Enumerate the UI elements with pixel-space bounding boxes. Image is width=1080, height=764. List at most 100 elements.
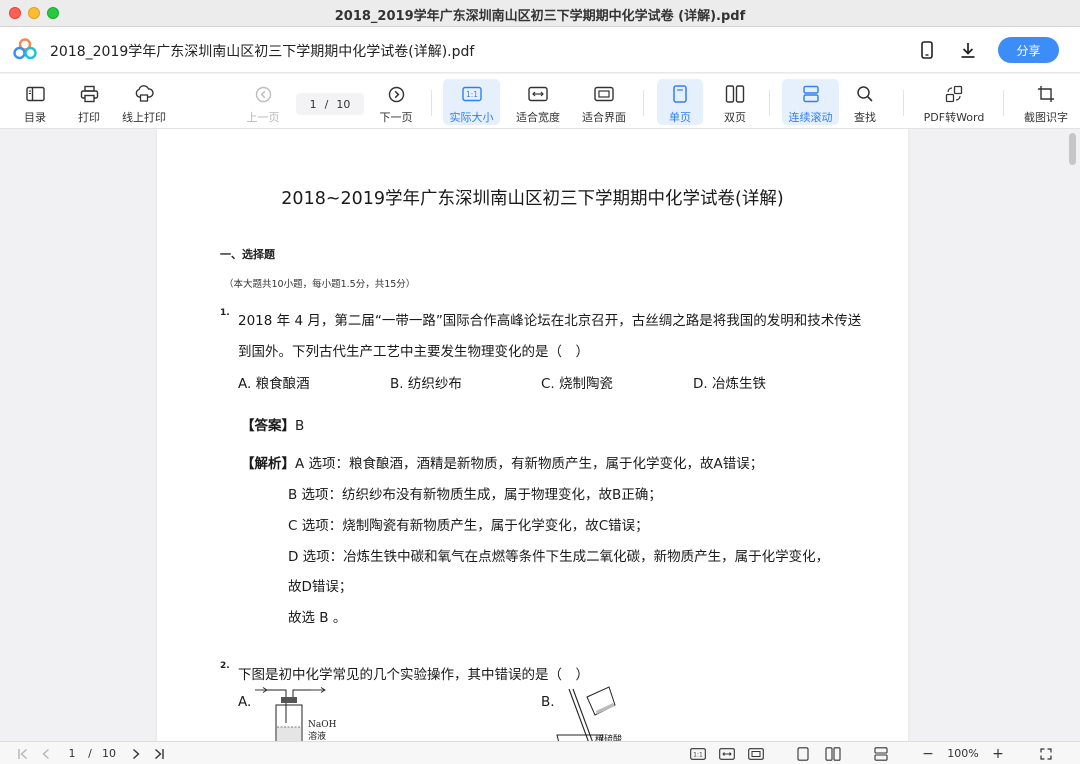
screenshot-ocr-button[interactable]: 截图识字	[1020, 79, 1072, 125]
search-button[interactable]: 查找	[848, 79, 882, 125]
double-page-button[interactable]: 双页	[714, 79, 756, 125]
fit-width-icon	[528, 82, 548, 106]
current-page-value[interactable]: 1	[310, 98, 317, 111]
fit-page-small-icon[interactable]	[746, 745, 766, 762]
last-page-icon[interactable]	[150, 745, 168, 762]
fit-width-label: 适合宽度	[516, 111, 560, 124]
section-title: 一、选择题	[220, 248, 275, 261]
single-page-label: 单页	[669, 111, 691, 124]
prev-page-label: 上一页	[246, 111, 280, 124]
document-heading: 2018~2019学年广东深圳南山区初三下学期期中化学试卷(详解)	[281, 189, 784, 209]
solution-label: 溶液	[308, 730, 326, 741]
double-page-icon	[725, 82, 745, 106]
toolbar-divider	[1003, 90, 1004, 116]
continuous-scroll-icon	[802, 82, 820, 106]
document-title: 2018_2019学年广东深圳南山区初三下学期期中化学试卷(详解).pdf	[50, 44, 475, 60]
acid-label: 稀硫酸	[595, 733, 622, 741]
continuous-scroll-button[interactable]: 连续滚动	[782, 79, 839, 125]
page-number-field[interactable]: 1 / 10	[296, 93, 364, 115]
pouring-acid-figure: 稀硫酸	[556, 686, 622, 741]
zoom-out-button[interactable]: −	[920, 745, 936, 762]
document-viewport[interactable]: 2018~2019学年广东深圳南山区初三下学期期中化学试卷(详解) 一、选择题 …	[0, 129, 1080, 741]
fit-width-small-icon[interactable]	[717, 745, 737, 762]
gas-washing-bottle-figure: NaOH 溶液	[255, 687, 337, 741]
next-page-icon[interactable]	[128, 745, 144, 762]
option-a: A.	[238, 694, 252, 710]
option-b: B.	[541, 694, 555, 710]
download-icon[interactable]	[957, 39, 979, 61]
share-button[interactable]: 分享	[998, 37, 1059, 63]
total-pages-value: 10	[336, 97, 351, 111]
actual-size-small-icon[interactable]: 1:1	[688, 745, 708, 762]
double-page-label: 双页	[724, 111, 746, 124]
fit-page-button[interactable]: 适合界面	[579, 79, 629, 125]
fullscreen-icon[interactable]	[1037, 745, 1055, 762]
naoh-label: NaOH	[308, 720, 337, 730]
main-toolbar: 目录 打印 线上打印 上一页 下一页 1:1 实际大小 适合宽度 适合界面 单页…	[0, 74, 1080, 129]
actual-size-label: 实际大小	[449, 111, 494, 124]
screenshot-ocr-label: 截图识字	[1024, 111, 1068, 124]
continuous-scroll-small-icon[interactable]	[871, 745, 891, 762]
online-print-button[interactable]: 线上打印	[118, 79, 170, 125]
option-a: A. 粮食酿酒	[238, 376, 310, 392]
fit-width-button[interactable]: 适合宽度	[513, 79, 563, 125]
pdf-to-word-label: PDF转Word	[923, 111, 985, 124]
prev-page-button[interactable]: 上一页	[244, 79, 282, 125]
question-number: 1.	[220, 308, 230, 318]
cloud-print-icon	[134, 82, 154, 106]
continuous-scroll-label: 连续滚动	[788, 111, 833, 124]
bottom-page-separator: /	[88, 747, 92, 760]
analysis-line: 【解析】A 选项：粮食酿酒，酒精是新物质，有新物质产生，属于化学变化，故A错误；	[241, 452, 763, 472]
search-label: 查找	[854, 111, 876, 124]
analysis-text: B 选项：纺织纱布没有新物质生成，属于物理变化，故B正确；	[288, 487, 662, 503]
single-page-icon	[672, 82, 688, 106]
actual-size-icon-text: 1:1	[465, 90, 477, 99]
crop-icon	[1037, 82, 1055, 106]
pdf-to-word-button[interactable]: PDF转Word	[920, 79, 988, 125]
answer-value: B	[295, 418, 305, 434]
answer-label: 【答案】	[241, 418, 295, 434]
bottom-current-page[interactable]: 1	[64, 745, 80, 762]
print-label: 打印	[78, 111, 100, 124]
vertical-scrollbar[interactable]	[1069, 133, 1076, 165]
toolbar-divider	[643, 90, 644, 116]
toc-button[interactable]: 目录	[18, 79, 52, 125]
toolbar-divider	[903, 90, 904, 116]
analysis-text: C 选项：烧制陶瓷有新物质产生，属于化学变化，故C错误；	[288, 518, 649, 534]
sidebar-toc-icon	[25, 82, 45, 106]
single-page-small-icon[interactable]	[794, 745, 812, 762]
answer-line: 【答案】B	[241, 414, 304, 434]
bottom-status-bar: 1 / 10 1:1 − 100% +	[0, 741, 1080, 764]
pdf-page: 2018~2019学年广东深圳南山区初三下学期期中化学试卷(详解) 一、选择题 …	[157, 129, 908, 741]
double-page-small-icon[interactable]	[823, 745, 843, 762]
analysis-text: 故D错误；	[288, 579, 353, 595]
zoom-in-button[interactable]: +	[990, 745, 1006, 762]
toolbar-divider	[431, 90, 432, 116]
chevron-right-circle-icon	[388, 82, 405, 106]
prev-page-icon[interactable]	[38, 745, 54, 762]
next-page-button[interactable]: 下一页	[377, 79, 415, 125]
first-page-icon[interactable]	[14, 745, 32, 762]
analysis-text: A 选项：粮食酿酒，酒精是新物质，有新物质产生，属于化学变化，故A错误；	[295, 456, 764, 472]
option-b: B. 纺织纱布	[390, 376, 462, 392]
question-text: 下图是初中化学常见的几个实验操作，其中错误的是（ ）	[238, 667, 589, 683]
chevron-left-circle-icon	[255, 82, 272, 106]
analysis-label: 【解析】	[241, 456, 295, 472]
next-page-label: 下一页	[379, 111, 413, 124]
analysis-text: D 选项：冶炼生铁中碳和氧气在点燃等条件下生成二氧化碳，新物质产生，属于化学变化…	[288, 549, 830, 565]
option-d: D. 冶炼生铁	[693, 376, 766, 392]
analysis-text: 故选 B 。	[288, 610, 347, 626]
question-number: 2.	[220, 661, 230, 671]
actual-size-button[interactable]: 1:1 实际大小	[443, 79, 500, 125]
bottom-total-pages: 10	[102, 747, 116, 760]
fit-page-label: 适合界面	[582, 111, 626, 124]
print-button[interactable]: 打印	[72, 79, 106, 125]
actual-size-small-icon-text: 1:1	[693, 751, 703, 758]
single-page-button[interactable]: 单页	[657, 79, 703, 125]
window-title: 2018_2019学年广东深圳南山区初三下学期期中化学试卷 (详解).pdf	[334, 9, 746, 24]
question-text: 2018 年 4 月，第二届“一带一路”国际合作高峰论坛在北京召开，古丝绸之路是…	[238, 313, 862, 329]
phone-icon[interactable]	[916, 39, 938, 61]
question-text: 到国外。下列古代生产工艺中主要发生物理变化的是（ ）	[238, 344, 589, 360]
page-separator: /	[324, 97, 329, 111]
toc-label: 目录	[24, 111, 46, 124]
